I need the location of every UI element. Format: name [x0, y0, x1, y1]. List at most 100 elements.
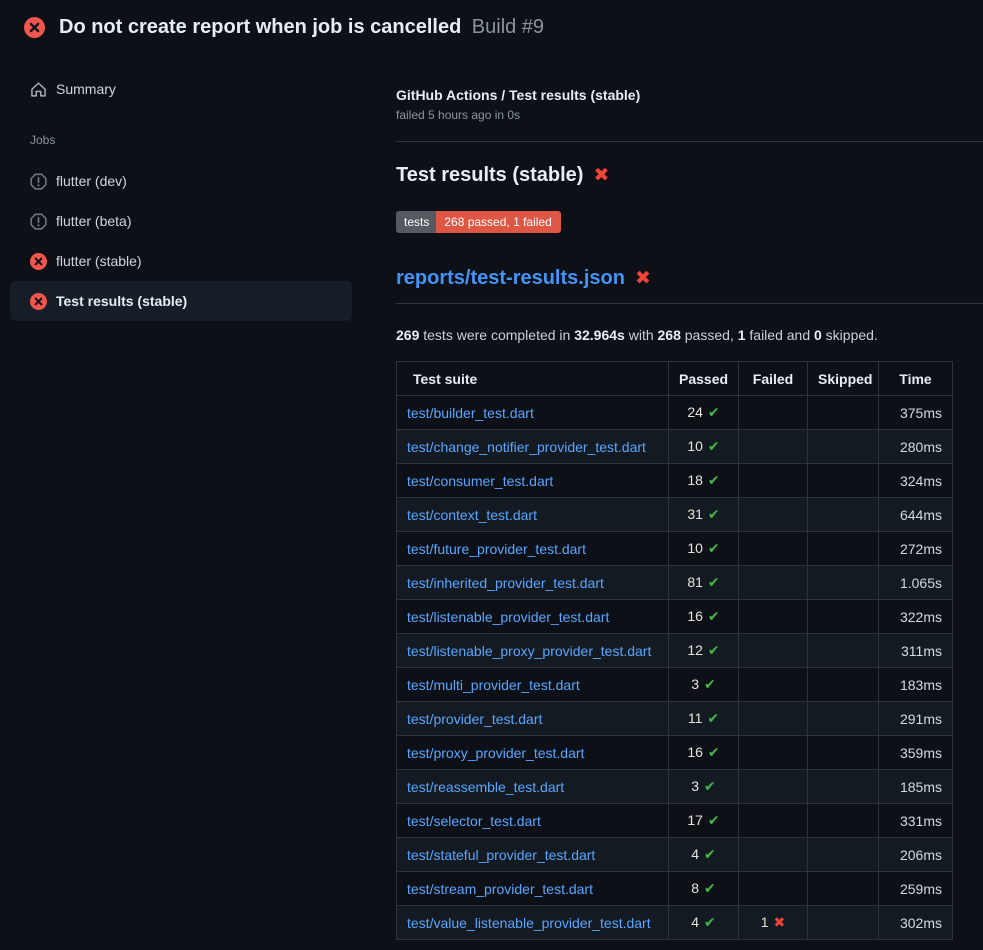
tests-badge: tests268 passed, 1 failed	[396, 211, 561, 233]
failed-cell	[739, 396, 808, 430]
suite-cell: test/inherited_provider_test.dart	[397, 566, 669, 600]
stop-cancelled-icon	[30, 173, 47, 190]
suite-link[interactable]: test/reassemble_test.dart	[407, 779, 564, 795]
passed-cell: 10✔	[669, 430, 739, 464]
suite-link[interactable]: test/change_notifier_provider_test.dart	[407, 439, 646, 455]
time-cell: 375ms	[879, 396, 953, 430]
check-icon: ✔	[704, 779, 716, 795]
suite-cell: test/consumer_test.dart	[397, 464, 669, 498]
run-title: Do not create report when job is cancell…	[59, 16, 461, 38]
sidebar-job-item[interactable]: flutter (beta)	[10, 201, 352, 241]
x-circle-fill-icon	[30, 253, 47, 270]
table-row: test/provider_test.dart 11✔ 291ms	[397, 702, 953, 736]
badge-value: 268 passed, 1 failed	[436, 211, 560, 233]
table-row: test/change_notifier_provider_test.dart …	[397, 430, 953, 464]
report-heading-row: reports/test-results.json ✖	[396, 267, 983, 304]
suite-link[interactable]: test/multi_provider_test.dart	[407, 677, 580, 693]
table-row: test/builder_test.dart 24✔ 375ms	[397, 396, 953, 430]
suite-link[interactable]: test/consumer_test.dart	[407, 473, 553, 489]
job-label: flutter (stable)	[56, 253, 142, 269]
run-header: Do not create report when job is cancell…	[0, 0, 983, 51]
sidebar-item-summary[interactable]: Summary	[10, 71, 352, 107]
suite-link[interactable]: test/future_provider_test.dart	[407, 541, 586, 557]
divider	[396, 141, 983, 142]
suite-link[interactable]: test/context_test.dart	[407, 507, 537, 523]
suite-link[interactable]: test/selector_test.dart	[407, 813, 541, 829]
failed-cell: 1✖	[739, 906, 808, 940]
time-cell: 311ms	[879, 634, 953, 668]
column-header: Failed	[739, 362, 808, 396]
suite-link[interactable]: test/listenable_provider_test.dart	[407, 609, 609, 625]
check-icon: ✔	[704, 677, 716, 693]
time-cell: 259ms	[879, 872, 953, 906]
skipped-cell	[808, 634, 879, 668]
home-icon	[30, 81, 47, 98]
table-row: test/future_provider_test.dart 10✔ 272ms	[397, 532, 953, 566]
sidebar-job-item[interactable]: flutter (dev)	[10, 161, 352, 201]
suite-cell: test/value_listenable_provider_test.dart	[397, 906, 669, 940]
check-icon: ✔	[707, 711, 719, 727]
suite-cell: test/future_provider_test.dart	[397, 532, 669, 566]
suite-link[interactable]: test/proxy_provider_test.dart	[407, 745, 584, 761]
column-header: Test suite	[397, 362, 669, 396]
skipped-cell	[808, 702, 879, 736]
time-cell: 185ms	[879, 770, 953, 804]
skipped-cell	[808, 736, 879, 770]
skipped-cell	[808, 532, 879, 566]
check-icon: ✔	[708, 643, 720, 659]
suite-link[interactable]: test/builder_test.dart	[407, 405, 534, 421]
run-meta: failed 5 hours ago in 0s	[396, 108, 983, 122]
passed-cell: 16✔	[669, 736, 739, 770]
suite-cell: test/provider_test.dart	[397, 702, 669, 736]
sidebar-job-item[interactable]: Test results (stable)	[10, 281, 352, 321]
failed-cell	[739, 736, 808, 770]
check-icon: ✔	[704, 915, 716, 931]
time-cell: 644ms	[879, 498, 953, 532]
failed-cell	[739, 566, 808, 600]
check-icon: ✔	[708, 405, 720, 421]
stop-cancelled-icon	[30, 213, 47, 230]
check-icon: ✔	[708, 507, 720, 523]
failed-status-circle-icon	[24, 17, 45, 38]
sidebar-job-item[interactable]: flutter (stable)	[10, 241, 352, 281]
suite-link[interactable]: test/inherited_provider_test.dart	[407, 575, 604, 591]
failed-cell	[739, 804, 808, 838]
check-icon: ✔	[708, 609, 720, 625]
suite-link[interactable]: test/stream_provider_test.dart	[407, 881, 593, 897]
failed-x-icon: ✖	[593, 166, 609, 185]
section-title-row: Test results (stable) ✖	[396, 164, 983, 187]
table-row: test/value_listenable_provider_test.dart…	[397, 906, 953, 940]
time-cell: 331ms	[879, 804, 953, 838]
suite-cell: test/listenable_provider_test.dart	[397, 600, 669, 634]
table-header-row: Test suitePassedFailedSkippedTime	[397, 362, 953, 396]
suite-link[interactable]: test/listenable_proxy_provider_test.dart	[407, 643, 651, 659]
jobs-list: flutter (dev) flutter (beta) flutter (st…	[0, 161, 396, 321]
skipped-cell	[808, 906, 879, 940]
suite-link[interactable]: test/provider_test.dart	[407, 711, 542, 727]
failed-cell	[739, 600, 808, 634]
check-icon: ✔	[708, 575, 720, 591]
check-icon: ✔	[708, 813, 720, 829]
failed-x-icon: ✖	[635, 269, 651, 288]
passed-cell: 3✔	[669, 668, 739, 702]
breadcrumb: GitHub Actions / Test results (stable)	[396, 87, 983, 103]
failed-cell	[739, 872, 808, 906]
time-cell: 183ms	[879, 668, 953, 702]
skipped-cell	[808, 430, 879, 464]
time-cell: 206ms	[879, 838, 953, 872]
table-row: test/multi_provider_test.dart 3✔ 183ms	[397, 668, 953, 702]
failed-cell	[739, 498, 808, 532]
skipped-cell	[808, 872, 879, 906]
skipped-cell	[808, 804, 879, 838]
check-icon: ✔	[704, 847, 716, 863]
suite-cell: test/selector_test.dart	[397, 804, 669, 838]
table-row: test/stateful_provider_test.dart 4✔ 206m…	[397, 838, 953, 872]
table-row: test/listenable_provider_test.dart 16✔ 3…	[397, 600, 953, 634]
suite-link[interactable]: test/value_listenable_provider_test.dart	[407, 915, 651, 931]
time-cell: 272ms	[879, 532, 953, 566]
suite-link[interactable]: test/stateful_provider_test.dart	[407, 847, 595, 863]
passed-cell: 18✔	[669, 464, 739, 498]
sidebar: Summary Jobs flutter (dev) flutter (beta…	[0, 51, 396, 321]
report-file-link[interactable]: reports/test-results.json	[396, 267, 625, 290]
suite-cell: test/stream_provider_test.dart	[397, 872, 669, 906]
